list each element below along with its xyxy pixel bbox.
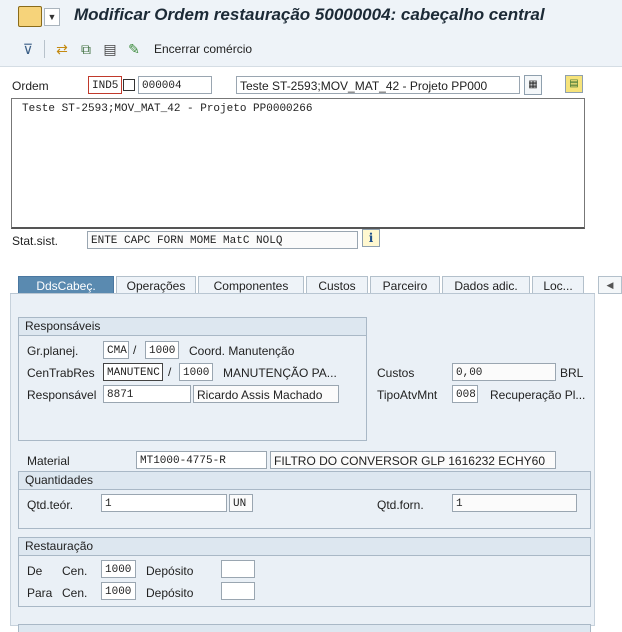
material-description-field: FILTRO DO CONVERSOR GLP 1616232 ECHY60 bbox=[270, 451, 556, 469]
order-label: Ordem bbox=[12, 79, 49, 93]
order-type-field[interactable]: IND5 bbox=[88, 76, 122, 94]
from-storage-field[interactable] bbox=[221, 560, 255, 578]
from-plant-field[interactable]: 1000 bbox=[101, 560, 136, 578]
tab-partner[interactable]: Parceiro bbox=[370, 276, 440, 294]
toolbar-separator bbox=[44, 40, 45, 58]
document-icon[interactable]: ▤ bbox=[102, 41, 118, 57]
tab-header-data[interactable]: DdsCabeç. bbox=[18, 276, 114, 294]
layout-icon[interactable]: ⊽ bbox=[20, 41, 36, 57]
responsible-name-field: Ricardo Assis Machado bbox=[193, 385, 339, 403]
work-center-separator: / bbox=[168, 365, 172, 379]
costs-label: Custos bbox=[377, 366, 415, 380]
material-field[interactable]: MT1000-4775-R bbox=[136, 451, 267, 469]
to-plant-field[interactable]: 1000 bbox=[101, 582, 136, 600]
expand-icon[interactable]: ▤ bbox=[565, 75, 583, 93]
costs-field: 0,00 bbox=[452, 363, 556, 381]
restoration-title: Restauração bbox=[19, 538, 590, 556]
planning-group-separator: / bbox=[133, 343, 137, 357]
planning-group-label: Gr.planej. bbox=[27, 344, 79, 358]
status-field: ENTE CAPC FORN MOME MatC NOLQ bbox=[87, 231, 358, 249]
material-label: Material bbox=[27, 454, 70, 468]
quantities-title: Quantidades bbox=[19, 472, 590, 490]
costs-currency: BRL bbox=[560, 366, 584, 380]
activity-type-label: TipoAtvMnt bbox=[377, 388, 438, 402]
order-number-field[interactable]: 000004 bbox=[138, 76, 212, 94]
work-center-description: MANUTENÇÃO PA... bbox=[223, 366, 337, 380]
tab-additional-data[interactable]: Dados adic. bbox=[442, 276, 530, 294]
transfer-icon[interactable]: ⇄ bbox=[54, 41, 70, 57]
end-trade-button[interactable]: Encerrar comércio bbox=[154, 42, 252, 56]
planning-center-field[interactable]: 1000 bbox=[145, 341, 179, 359]
to-storage-field[interactable] bbox=[221, 582, 255, 600]
tab-location[interactable]: Loc... bbox=[532, 276, 584, 294]
planning-group-description: Coord. Manutenção bbox=[189, 344, 295, 358]
window-title: Modificar Ordem restauração 50000004: ca… bbox=[74, 5, 545, 24]
responsible-field[interactable]: 8871 bbox=[103, 385, 191, 403]
work-center-plant-field[interactable]: 1000 bbox=[179, 363, 213, 381]
delivered-qty-label: Qtd.forn. bbox=[377, 498, 424, 512]
responsaveis-title: Responsáveis bbox=[19, 318, 366, 336]
work-center-label: CenTrabRes bbox=[27, 366, 95, 380]
tab-operations[interactable]: Operações bbox=[116, 276, 196, 294]
menu-dropdown-icon[interactable]: ▼ bbox=[44, 8, 60, 26]
order-description-field[interactable]: Teste ST-2593;MOV_MAT_42 - Projeto PP000 bbox=[236, 76, 520, 94]
planning-group-field[interactable]: CMA bbox=[103, 341, 129, 359]
long-text-icon[interactable]: ▦ bbox=[524, 75, 542, 95]
work-center-field[interactable]: MANUTENC bbox=[103, 363, 163, 381]
next-group-edge bbox=[18, 624, 591, 632]
to-plant-label: Cen. bbox=[62, 586, 88, 600]
tab-components[interactable]: Componentes bbox=[198, 276, 304, 294]
tab-scroll-left-icon[interactable]: ◀ bbox=[598, 276, 622, 294]
menu-icon[interactable] bbox=[18, 6, 42, 27]
long-text-content: Teste ST-2593;MOV_MAT_42 - Projeto PP000… bbox=[22, 103, 313, 115]
from-plant-label: Cen. bbox=[62, 564, 88, 578]
activity-type-description: Recuperação Pl... bbox=[490, 388, 586, 402]
from-label: De bbox=[27, 564, 43, 578]
copy-icon[interactable]: ⧉ bbox=[78, 41, 94, 57]
theoretical-qty-field[interactable]: 1 bbox=[101, 494, 227, 512]
order-copy-icon[interactable] bbox=[123, 79, 135, 91]
tab-costs[interactable]: Custos bbox=[306, 276, 368, 294]
theoretical-qty-label: Qtd.teór. bbox=[27, 498, 74, 512]
to-label: Para bbox=[27, 586, 53, 600]
to-storage-label: Depósito bbox=[146, 586, 194, 600]
info-icon[interactable]: i bbox=[362, 229, 380, 247]
delivered-qty-field: 1 bbox=[452, 494, 577, 512]
long-text-area[interactable] bbox=[11, 98, 585, 229]
responsible-label: Responsável bbox=[27, 388, 97, 402]
activity-type-field[interactable]: 008 bbox=[452, 385, 478, 403]
unit-field: UN bbox=[229, 494, 253, 512]
from-storage-label: Depósito bbox=[146, 564, 194, 578]
edit-icon[interactable]: ✎ bbox=[126, 41, 142, 57]
status-label: Stat.sist. bbox=[12, 234, 59, 248]
